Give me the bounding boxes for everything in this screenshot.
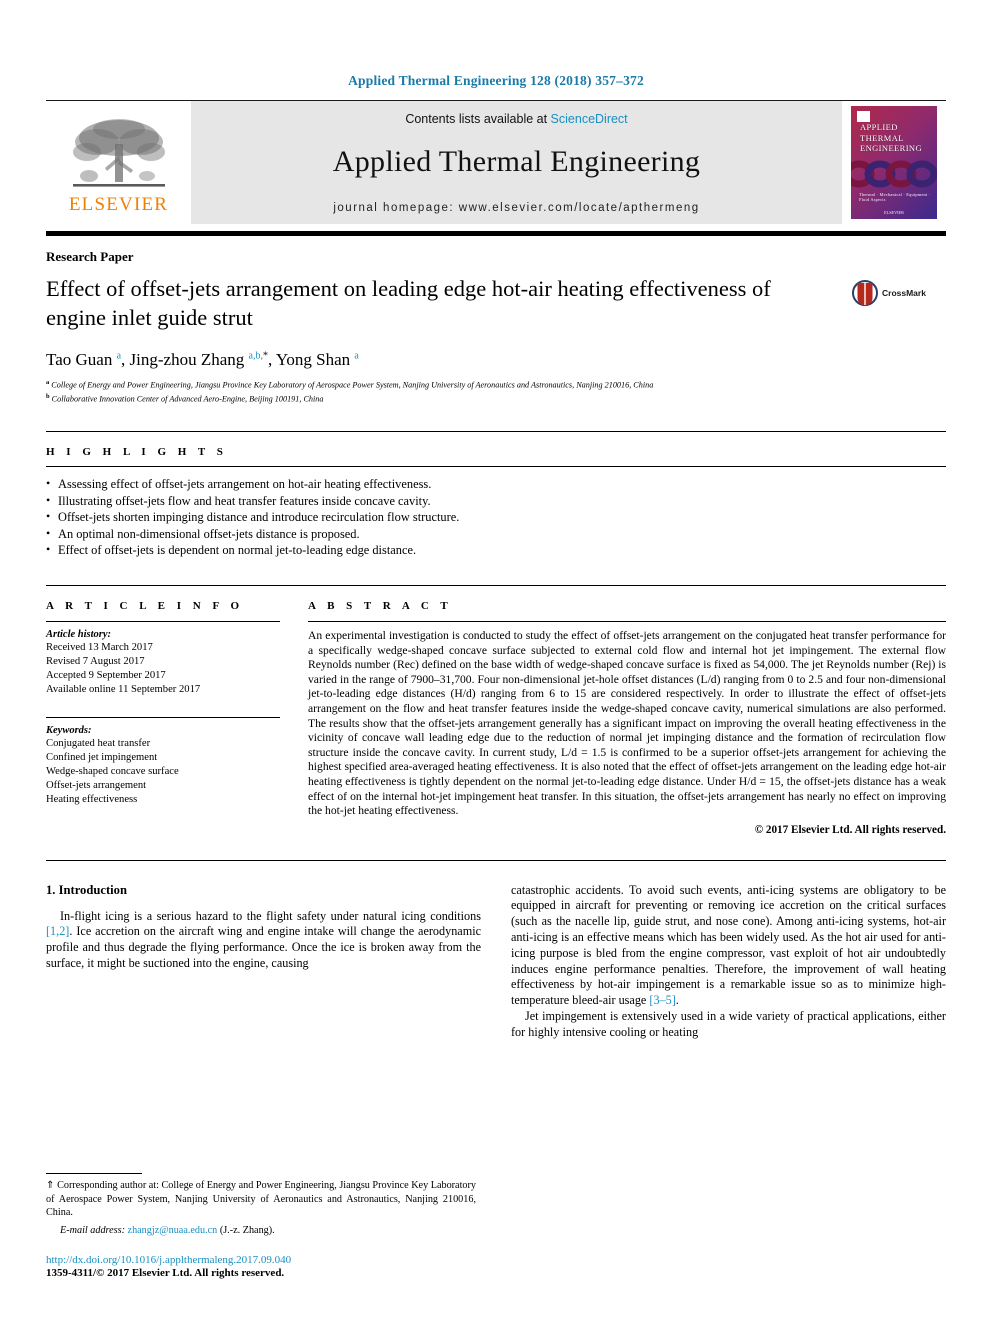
para-text: . Ice accretion on the aircraft wing and…: [46, 924, 481, 971]
article-page: Applied Thermal Engineering 128 (2018) 3…: [0, 0, 992, 1323]
keyword-item: Confined jet impingement: [46, 751, 158, 763]
keyword-item: Conjugated heat transfer: [46, 737, 151, 749]
paragraph: catastrophic accidents. To avoid such ev…: [511, 883, 946, 1009]
section-title-introduction: 1. Introduction: [46, 882, 127, 897]
para-text: In-flight icing is a serious hazard to t…: [60, 908, 481, 923]
abstract-column: A B S T R A C T An experimental investig…: [308, 600, 946, 836]
keyword-item: Wedge-shaped concave surface: [46, 765, 179, 777]
keyword-item: Offset-jets arrangement: [46, 779, 147, 791]
citation-ref[interactable]: [3–5]: [649, 993, 675, 1007]
cover-title-line2: THERMAL: [860, 132, 904, 143]
history-revised: Revised 7 August 2017: [46, 655, 145, 667]
abstract-text: An experimental investigation is conduct…: [308, 628, 946, 818]
corresponding-author-note: ⇑ Corresponding author at: College of En…: [46, 1180, 476, 1219]
highlights-list: Assessing effect of offset-jets arrangem…: [46, 475, 946, 559]
keywords-label: Keywords:: [46, 724, 92, 736]
author-affil-marker: a: [116, 350, 122, 362]
paragraph: Jet impingement is extensively used in a…: [511, 1009, 946, 1039]
page-title: Effect of offset-jets arrangement on lea…: [46, 276, 771, 330]
history-accepted: Accepted 9 September 2017: [46, 669, 166, 681]
sciencedirect-link[interactable]: ScienceDirect: [551, 112, 628, 126]
abstract-label: A B S T R A C T: [308, 599, 453, 612]
author-affil-marker: a: [354, 350, 359, 362]
title-row: Effect of offset-jets arrangement on lea…: [46, 274, 946, 332]
body-columns: 1. Introduction In-flight icing is a ser…: [46, 883, 946, 1041]
cover-footer: Thermal · Mechanical · Equipment · Fluid…: [859, 192, 931, 202]
author-affil-marker: a,b,: [248, 350, 263, 362]
affiliations: a College of Energy and Power Engineerin…: [46, 377, 946, 405]
highlights-section: H I G H L I G H T S Assessing effect of …: [46, 431, 946, 559]
crossmark-icon: [852, 280, 878, 306]
doi-block: http://dx.doi.org/10.1016/j.applthermale…: [46, 1254, 476, 1279]
cover-publisher-mark: [857, 111, 870, 122]
cover-title-line1: APPLIED: [860, 122, 898, 132]
list-item: Illustrating offset-jets flow and heat t…: [46, 492, 946, 510]
journal-cover: APPLIED THERMAL ENGINEERING Thermal · Me…: [842, 101, 946, 224]
list-item: An optimal non-dimensional offset-jets d…: [46, 525, 946, 543]
history-received: Received 13 March 2017: [46, 641, 153, 653]
cover-publisher: ELSEVIER: [884, 210, 904, 215]
corresponding-marker: *: [262, 350, 268, 362]
journal-homepage-link[interactable]: journal homepage: www.elsevier.com/locat…: [333, 202, 699, 214]
affiliation-b: b Collaborative Innovation Center of Adv…: [46, 391, 946, 405]
affil-marker-b: b: [46, 393, 50, 401]
journal-title: Applied Thermal Engineering: [332, 145, 701, 178]
email-label: E-mail address:: [60, 1224, 125, 1236]
cover-title: APPLIED THERMAL ENGINEERING: [860, 122, 922, 154]
para-text: .: [675, 993, 679, 1008]
elsevier-wordmark: ELSEVIER: [68, 193, 169, 215]
article-info-rule: [46, 620, 280, 622]
journal-masthead: ELSEVIER Contents lists available at Sci…: [46, 100, 946, 224]
list-item: Offset-jets shorten impinging distance a…: [46, 508, 946, 526]
crossmark-label: CrossMark: [882, 288, 926, 298]
article-info-column: A R T I C L E I N F O Article history: R…: [46, 600, 280, 836]
body-column-right: catastrophic accidents. To avoid such ev…: [511, 883, 946, 1041]
doi-link[interactable]: http://dx.doi.org/10.1016/j.applthermale…: [46, 1254, 476, 1266]
footnote-block: ⇑ Corresponding author at: College of En…: [46, 1173, 476, 1279]
citation-ref[interactable]: [1,2]: [46, 924, 69, 938]
history-available-online: Available online 11 September 2017: [46, 683, 201, 695]
abstract-rule: [308, 620, 946, 622]
keyword-item: Heating effectiveness: [46, 793, 138, 805]
email-link[interactable]: zhangjz@nuaa.edu.cn: [128, 1225, 218, 1236]
issn-copyright: 1359-4311/© 2017 Elsevier Ltd. All right…: [46, 1267, 285, 1279]
contents-prefix: Contents lists available at: [405, 112, 551, 126]
email-suffix: (J.-z. Zhang).: [219, 1224, 275, 1236]
paragraph: In-flight icing is a serious hazard to t…: [46, 909, 481, 972]
footnote-rule: [46, 1173, 142, 1175]
elsevier-tree-icon: [72, 118, 165, 187]
crossmark-badge[interactable]: CrossMark: [852, 274, 946, 306]
highlights-label: H I G H L I G H T S: [46, 446, 228, 459]
article-type: Research Paper: [46, 249, 134, 264]
abstract-copyright: © 2017 Elsevier Ltd. All rights reserved…: [754, 823, 946, 836]
masthead-center: Contents lists available at ScienceDirec…: [191, 101, 842, 224]
info-abstract-section: A R T I C L E I N F O Article history: R…: [46, 584, 946, 836]
article-info-label: A R T I C L E I N F O: [46, 599, 244, 612]
elsevier-logo: ELSEVIER: [46, 101, 191, 224]
running-head: Applied Thermal Engineering 128 (2018) 3…: [348, 73, 644, 88]
article-history-label: Article history:: [46, 628, 112, 640]
contents-line: Contents lists available at ScienceDirec…: [405, 112, 627, 126]
affiliation-a: a College of Energy and Power Engineerin…: [46, 377, 946, 391]
highlights-rule: [46, 466, 946, 468]
body-column-left: 1. Introduction In-flight icing is a ser…: [46, 883, 481, 1041]
affil-marker-a: a: [46, 379, 50, 386]
list-item: Effect of offset-jets is dependent on no…: [46, 541, 946, 559]
masthead-bottom-rule: [46, 231, 946, 236]
body-separator-rule: [46, 859, 946, 861]
affiliation-a-text: College of Energy and Power Engineering,…: [51, 380, 654, 390]
para-text: catastrophic accidents. To avoid such ev…: [511, 882, 946, 1008]
cover-title-line3: ENGINEERING: [860, 143, 922, 153]
keywords-block: Keywords: Conjugated heat transfer Confi…: [46, 716, 280, 807]
affiliation-b-text: Collaborative Innovation Center of Advan…: [51, 394, 324, 404]
cover-chain-graphic: [851, 160, 937, 188]
author-list: Tao Guan a, Jing-zhou Zhang a,b,*, Yong …: [46, 350, 359, 369]
list-item: Assessing effect of offset-jets arrangem…: [46, 475, 946, 493]
email-note: E-mail address: zhangjz@nuaa.edu.cn (J.-…: [46, 1224, 476, 1237]
journal-cover-image: APPLIED THERMAL ENGINEERING Thermal · Me…: [851, 106, 937, 219]
